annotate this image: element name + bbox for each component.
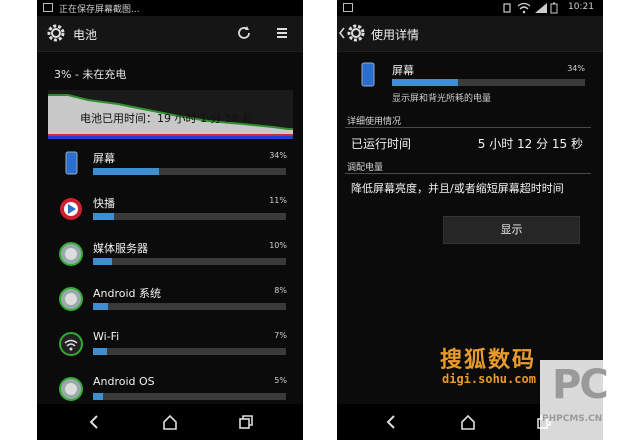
- item-percent: 34%: [567, 64, 585, 73]
- recent-apps-icon[interactable]: [237, 413, 255, 431]
- screenshot-icon: [43, 3, 53, 12]
- kuaibo-icon: [60, 198, 82, 220]
- battery-screen: 正在保存屏幕截图... 电池 3% - 未在充电 电池已用时间：19 小时 1 …: [37, 0, 303, 440]
- home-icon[interactable]: [459, 413, 477, 431]
- usage-bar-fill: [93, 213, 115, 220]
- item-percent: 11%: [269, 196, 287, 205]
- usage-bar-fill: [93, 348, 107, 355]
- pc-logo-watermark: PC PHPCMS.CN: [540, 360, 640, 440]
- status-bar: 正在保存屏幕截图...: [37, 0, 303, 16]
- list-item[interactable]: Wi-Fi 7%: [37, 326, 303, 370]
- battery-status-text: 3% - 未在充电: [54, 68, 127, 81]
- power-advice-text: 降低屏幕亮度，并且/或者缩短屏幕超时时间: [351, 182, 564, 195]
- wifi-signal-icon: [517, 2, 531, 14]
- cell-signal-icon: [535, 3, 547, 13]
- usage-bar: [93, 213, 286, 220]
- phone-screen-icon: [65, 151, 78, 175]
- item-name: Android 系统: [93, 287, 162, 300]
- app-bar: 使用详情: [337, 16, 603, 52]
- status-bar: 10:21: [337, 0, 603, 16]
- item-percent: 34%: [269, 151, 287, 160]
- item-name: Android OS: [93, 375, 155, 388]
- battery-icon: [550, 2, 558, 14]
- app-bar: 电池: [37, 16, 303, 52]
- phone-screen-icon: [361, 62, 375, 87]
- usage-bar: [93, 303, 286, 310]
- details-header: 详细使用情况: [347, 117, 402, 127]
- page-title: 使用详情: [371, 28, 420, 42]
- back-icon[interactable]: [382, 413, 400, 431]
- back-icon[interactable]: [85, 413, 103, 431]
- status-bar-text: 正在保存屏幕截图...: [59, 5, 140, 15]
- wifi-icon: [59, 332, 83, 356]
- item-name: 快播: [93, 197, 115, 210]
- list-item[interactable]: 媒体服务器 10%: [37, 236, 303, 280]
- android-os-icon: [59, 377, 83, 401]
- pc-url-text: PHPCMS.CN: [542, 414, 603, 424]
- usage-bar: [93, 258, 286, 265]
- usage-bar-fill: [392, 79, 458, 86]
- usage-bar-fill: [93, 303, 109, 310]
- list-item[interactable]: Android 系统 8%: [37, 281, 303, 325]
- gear-icon[interactable]: [45, 22, 67, 44]
- usage-bar: [93, 348, 286, 355]
- clock: 10:21: [568, 2, 594, 12]
- pc-logo-text: PC: [552, 362, 609, 408]
- usage-bar: [93, 168, 286, 175]
- item-percent: 10%: [269, 241, 287, 250]
- usage-bar-fill: [93, 168, 159, 175]
- sohu-url-watermark: digi.sohu.com: [442, 372, 536, 386]
- display-settings-button[interactable]: 显示: [443, 216, 580, 244]
- refresh-icon[interactable]: [236, 25, 252, 41]
- gear-icon[interactable]: [345, 22, 367, 44]
- item-name: 屏幕: [93, 152, 115, 165]
- item-name: 媒体服务器: [93, 242, 148, 255]
- divider: [345, 173, 591, 174]
- list-item[interactable]: 屏幕 34%: [37, 146, 303, 190]
- item-description: 显示屏和背光所耗的电量: [392, 94, 492, 104]
- media-server-icon: [59, 242, 83, 266]
- item-name: Wi-Fi: [93, 330, 120, 343]
- item-percent: 8%: [274, 286, 287, 295]
- usage-bar: [93, 393, 286, 400]
- page-title: 电池: [73, 28, 98, 42]
- battery-usage-time: 电池已用时间：19 小时 1 分 58 秒: [80, 112, 254, 125]
- item-percent: 7%: [274, 331, 287, 340]
- sohu-watermark: 搜狐数码: [440, 348, 537, 373]
- usage-bar-fill: [93, 393, 103, 400]
- adjust-power-header: 调配电量: [347, 163, 384, 173]
- runtime-label: 已运行时间: [351, 137, 412, 151]
- usage-bar-fill: [93, 258, 113, 265]
- runtime-value: 5 小时 12 分 15 秒: [477, 137, 583, 151]
- divider: [345, 127, 591, 128]
- item-percent: 5%: [274, 376, 287, 385]
- vibrate-icon: [503, 3, 511, 13]
- menu-icon[interactable]: [277, 27, 287, 39]
- android-system-icon: [59, 287, 83, 311]
- list-item[interactable]: 快播 11%: [37, 191, 303, 235]
- item-name: 屏幕: [392, 64, 414, 77]
- navigation-bar: [37, 404, 303, 440]
- usage-bar: [392, 79, 585, 86]
- screenshot-icon: [343, 3, 353, 12]
- home-icon[interactable]: [161, 413, 179, 431]
